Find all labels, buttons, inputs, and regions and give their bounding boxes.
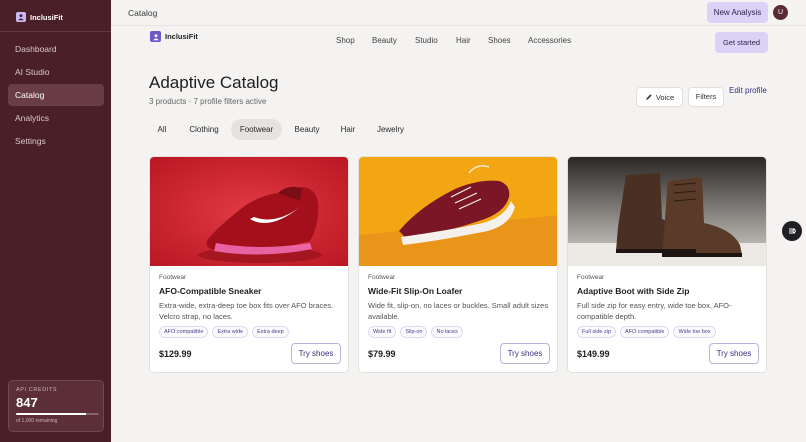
product-tag: Extra wide <box>212 326 249 338</box>
adjust-icon <box>787 226 797 236</box>
product-tag: Wide toe box <box>673 326 716 338</box>
sidebar-item-analytics[interactable]: Analytics <box>8 107 104 129</box>
sidebar-item-settings[interactable]: Settings <box>8 130 104 152</box>
try-shoes-button[interactable]: Try shoes <box>709 343 759 364</box>
sidebar-item-ai-studio[interactable]: AI Studio <box>8 61 104 83</box>
product-tag: Slip-on <box>400 326 428 338</box>
product-name[interactable]: Wide-Fit Slip-On Loafer <box>368 286 552 296</box>
product-category: Footwear <box>577 274 605 281</box>
app-brand[interactable]: InclusiFit <box>150 31 198 42</box>
product-description: Extra-wide, extra-deep toe box fits over… <box>159 301 334 321</box>
try-shoes-button[interactable]: Try shoes <box>291 343 341 364</box>
product-image-boot[interactable] <box>568 157 766 266</box>
app-nav-hair[interactable]: Hair <box>456 36 471 45</box>
product-image-loafer[interactable] <box>359 157 557 266</box>
get-started-button[interactable]: Get started <box>715 32 768 53</box>
tab-hair[interactable]: Hair <box>333 119 363 140</box>
product-category: Footwear <box>159 274 187 281</box>
page-title: Adaptive Catalog <box>149 73 279 92</box>
app-nav-studio[interactable]: Studio <box>415 36 438 45</box>
product-price: $79.99 <box>368 349 396 359</box>
product-tag: Extra deep <box>252 326 289 338</box>
app-logo-icon <box>150 31 161 42</box>
api-credits-panel: API CREDITS 847 of 1,000 remaining <box>8 380 104 432</box>
sidebar-brand-name: InclusiFit <box>30 12 63 22</box>
filters-button[interactable]: Filters <box>688 87 724 107</box>
product-description: Wide fit, slip-on, no laces or buckles. … <box>368 301 549 321</box>
product-description: Full side zip for easy entry, wide toe b… <box>577 301 732 321</box>
sidebar-nav: Dashboard AI Studio Catalog Analytics Se… <box>8 38 104 153</box>
floating-accessibility-button[interactable] <box>782 221 802 241</box>
product-info: Footwear AFO-Compatible Sneaker Extra-wi… <box>159 274 343 338</box>
top-header: Catalog New Analysis U <box>111 0 806 26</box>
sidebar-item-dashboard[interactable]: Dashboard <box>8 38 104 60</box>
voice-button[interactable]: Voice <box>636 87 683 107</box>
app-nav-shoes[interactable]: Shoes <box>488 36 511 45</box>
api-credits-value: 847 <box>16 395 38 410</box>
product-tag: Full side zip <box>577 326 617 338</box>
edit-profile-link[interactable]: Edit profile <box>729 86 767 95</box>
tab-footwear[interactable]: Footwear <box>231 119 282 140</box>
product-info: Footwear Wide-Fit Slip-On Loafer Wide fi… <box>368 274 552 338</box>
api-credits-bar <box>16 413 99 415</box>
product-info: Footwear Adaptive Boot with Side Zip Ful… <box>577 274 761 338</box>
page-subtitle: 3 products · 7 profile filters active <box>149 97 267 106</box>
voice-button-label: Voice <box>655 92 675 102</box>
product-card: Footwear Adaptive Boot with Side Zip Ful… <box>567 156 767 373</box>
sidebar: InclusiFit Dashboard AI Studio Catalog A… <box>0 0 111 442</box>
app-nav-accessories[interactable]: Accessories <box>528 36 571 45</box>
product-price: $149.99 <box>577 349 610 359</box>
product-card: Footwear Wide-Fit Slip-On Loafer Wide fi… <box>358 156 558 373</box>
product-tags: AFO compatible Extra wide Extra deep <box>159 326 343 338</box>
product-card: Footwear AFO-Compatible Sneaker Extra-wi… <box>149 156 349 373</box>
pencil-icon <box>645 93 653 101</box>
try-shoes-button[interactable]: Try shoes <box>500 343 550 364</box>
app-nav-beauty[interactable]: Beauty <box>372 36 397 45</box>
app-nav-shop[interactable]: Shop <box>336 36 355 45</box>
product-tags: Full side zip AFO compatible Wide toe bo… <box>577 326 761 338</box>
product-tag: Wide fit <box>368 326 397 338</box>
api-credits-bar-fill <box>16 413 87 415</box>
page-breadcrumb-title: Catalog <box>128 8 158 18</box>
sidebar-item-catalog[interactable]: Catalog <box>8 84 104 106</box>
sidebar-brand[interactable]: InclusiFit <box>16 12 63 22</box>
product-image-sneaker[interactable] <box>150 157 348 266</box>
sidebar-divider <box>0 31 111 32</box>
product-name[interactable]: AFO-Compatible Sneaker <box>159 286 343 296</box>
api-credits-remaining: of 1,000 remaining <box>16 418 58 424</box>
tab-clothing[interactable]: Clothing <box>181 119 227 140</box>
user-avatar[interactable]: U <box>773 5 788 20</box>
brand-logo-icon <box>16 12 26 22</box>
app-brand-name: InclusiFit <box>165 32 198 41</box>
product-tag: AFO compatible <box>620 326 670 338</box>
product-name[interactable]: Adaptive Boot with Side Zip <box>577 286 761 296</box>
api-credits-label: API CREDITS <box>16 387 58 393</box>
product-price: $129.99 <box>159 349 192 359</box>
product-tag: No laces <box>431 326 463 338</box>
new-analysis-button[interactable]: New Analysis <box>707 2 768 23</box>
product-tags: Wide fit Slip-on No laces <box>368 326 552 338</box>
tab-jewelry[interactable]: Jewelry <box>368 119 413 140</box>
tab-beauty[interactable]: Beauty <box>286 119 328 140</box>
product-tag: AFO compatible <box>159 326 209 338</box>
product-category: Footwear <box>368 274 396 281</box>
tab-all[interactable]: All <box>149 119 175 140</box>
